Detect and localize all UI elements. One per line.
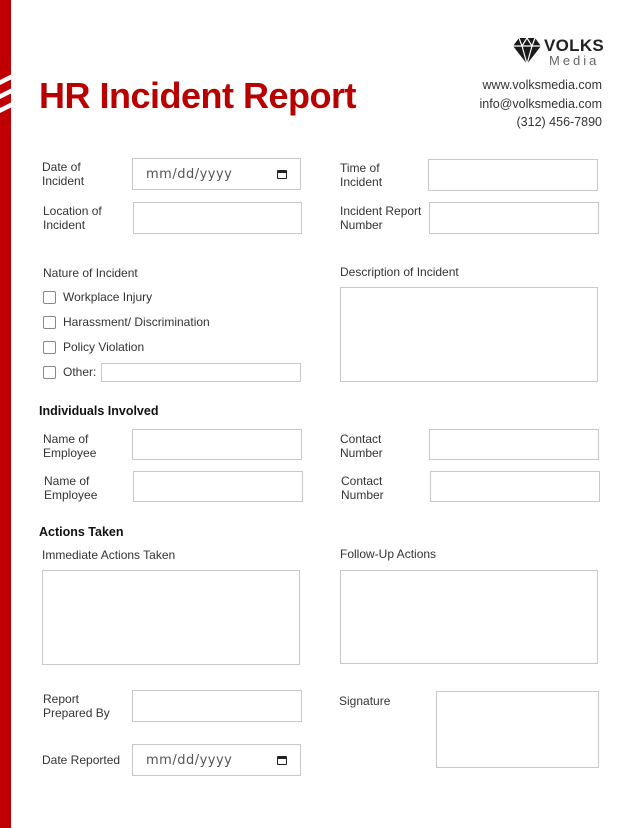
checkbox-label: Harassment/ Discrimination [63,315,210,329]
calendar-icon[interactable] [277,169,287,179]
checkbox-other[interactable]: Other: [43,365,96,379]
date-reported-label: Date Reported [42,753,121,767]
date-of-incident-label: Date of Incident [42,160,85,188]
report-prepared-by-input[interactable] [132,690,302,722]
brand-subname: Media [549,53,600,68]
report-prepared-by-label: Report Prepared By [43,692,110,720]
side-accent-bar [0,0,11,828]
checkbox-label: Workplace Injury [63,290,153,304]
employee-name-input-1[interactable] [132,429,302,460]
description-of-incident-label: Description of Incident [340,265,459,279]
contact-number-label-2: Contact Number [341,474,384,502]
diamond-icon [513,38,541,64]
employee-name-label-1: Name of Employee [43,432,97,460]
nature-of-incident-label: Nature of Incident [43,266,138,280]
time-of-incident-input[interactable] [428,159,598,191]
checkbox-box[interactable] [43,315,56,329]
individuals-involved-heading: Individuals Involved [39,404,159,418]
signature-box[interactable] [436,691,599,768]
checkbox-box[interactable] [43,340,56,354]
employee-name-input-2[interactable] [133,471,303,502]
checkbox-box[interactable] [43,365,56,379]
contact-number-input-1[interactable] [429,429,599,460]
email-link[interactable]: info@volksmedia.com [480,95,602,114]
follow-up-actions-label: Follow-Up Actions [340,547,437,561]
website-link[interactable]: www.volksmedia.com [480,76,602,95]
contact-info: www.volksmedia.com info@volksmedia.com (… [480,76,602,132]
follow-up-actions-textarea[interactable] [340,570,598,664]
immediate-actions-textarea[interactable] [42,570,300,665]
company-logo: VOLKS Media [513,36,604,70]
employee-name-label-2: Name of Employee [44,474,98,502]
date-of-incident-input[interactable]: mm/dd/yyyy [132,158,301,190]
side-stripes-decoration [0,74,12,118]
description-of-incident-textarea[interactable] [340,287,598,382]
time-of-incident-label: Time of Incident [340,161,383,189]
contact-number-input-2[interactable] [430,471,600,502]
contact-number-label-1: Contact Number [340,432,383,460]
incident-report-number-label: Incident Report Number [340,204,422,232]
immediate-actions-label: Immediate Actions Taken [42,548,176,562]
checkbox-box[interactable] [43,290,56,304]
phone-number: (312) 456-7890 [516,115,602,129]
checkbox-label: Other: [63,365,97,379]
checkbox-policy-violation[interactable]: Policy Violation [43,340,144,354]
location-of-incident-input[interactable] [133,202,302,234]
page-title: HR Incident Report [39,75,357,116]
checkbox-harassment-discrimination[interactable]: Harassment/ Discrimination [43,315,210,329]
signature-label: Signature [339,694,391,708]
incident-report-number-input[interactable] [429,202,599,234]
checkbox-workplace-injury[interactable]: Workplace Injury [43,290,152,304]
checkbox-label: Policy Violation [63,340,145,354]
date-reported-input[interactable]: mm/dd/yyyy [132,744,301,776]
date-placeholder: mm/dd/yyyy [146,752,233,768]
other-nature-input[interactable] [101,363,301,382]
actions-taken-heading: Actions Taken [39,525,124,539]
calendar-icon[interactable] [277,755,287,765]
date-placeholder: mm/dd/yyyy [146,166,233,182]
location-of-incident-label: Location of Incident [43,204,102,232]
